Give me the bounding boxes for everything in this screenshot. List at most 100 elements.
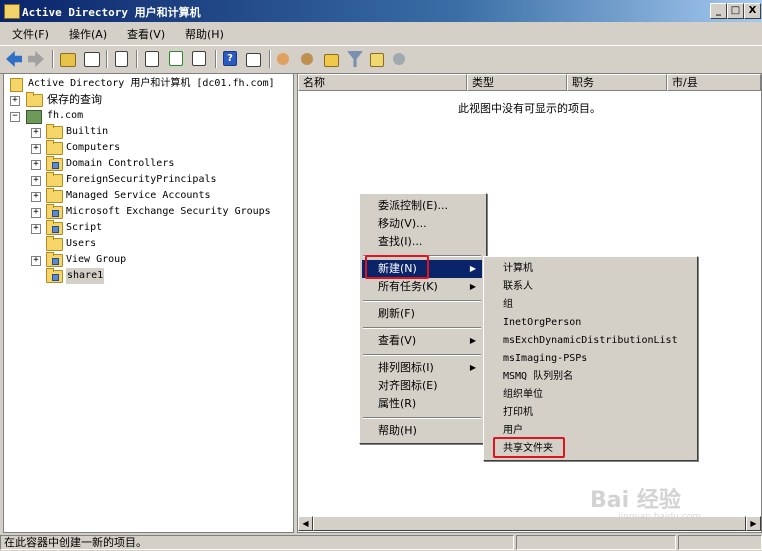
- menu-item-delegate[interactable]: 委派控制(E)...: [362, 197, 482, 215]
- domain-icon: [26, 110, 42, 124]
- up-icon[interactable]: [60, 53, 76, 67]
- menu-separator: [363, 417, 481, 419]
- column-header-title[interactable]: 职务: [567, 74, 667, 91]
- expand-icon[interactable]: +: [31, 192, 41, 202]
- menu-file[interactable]: 文件(F): [12, 26, 49, 42]
- expand-icon[interactable]: +: [31, 128, 41, 138]
- menu-item-help[interactable]: 帮助(H): [362, 422, 482, 440]
- scroll-left-icon[interactable]: ◀: [298, 516, 313, 531]
- folder-icon: [46, 172, 63, 187]
- refresh-icon[interactable]: [169, 51, 183, 66]
- help-icon[interactable]: ?: [223, 51, 237, 66]
- watermark-url: jingyan.baidu.com: [618, 512, 702, 522]
- tree-item-label: Computers: [66, 142, 121, 153]
- expand-icon[interactable]: +: [31, 176, 41, 186]
- menu-view[interactable]: 查看(V): [127, 26, 165, 42]
- tree-pane[interactable]: Active Directory 用户和计算机 [dc01.fh.com] + …: [3, 73, 294, 533]
- submenu-item[interactable]: 打印机: [486, 404, 693, 422]
- menu-item-properties[interactable]: 属性(R): [362, 395, 482, 413]
- title-bar[interactable]: Active Directory 用户和计算机 _ □ X: [0, 0, 762, 22]
- submenu-arrow-icon: ▶: [469, 264, 476, 273]
- find-icon[interactable]: [370, 53, 384, 67]
- submenu-item[interactable]: InetOrgPerson: [486, 314, 693, 332]
- copy-icon[interactable]: [115, 51, 128, 67]
- column-header-type[interactable]: 类型: [467, 74, 567, 91]
- ou-folder-icon: [46, 252, 63, 267]
- tree-item-label: share1: [66, 268, 105, 284]
- filter-icon[interactable]: [347, 51, 363, 67]
- menu-separator: [363, 300, 481, 302]
- close-button[interactable]: X: [744, 3, 761, 19]
- tree-item-label: Microsoft Exchange Security Groups: [66, 206, 271, 217]
- expand-icon[interactable]: +: [31, 144, 41, 154]
- submenu-arrow-icon: ▶: [469, 282, 476, 291]
- show-tree-icon[interactable]: [84, 52, 100, 67]
- menu-item-find[interactable]: 查找(I)...: [362, 233, 482, 251]
- submenu-item[interactable]: 联系人: [486, 278, 693, 296]
- column-header-name[interactable]: 名称: [298, 74, 467, 91]
- ad-icon: [10, 78, 23, 92]
- expand-icon[interactable]: +: [31, 160, 41, 170]
- toolbar: ?: [0, 45, 762, 74]
- scroll-right-icon[interactable]: ▶: [746, 516, 761, 531]
- tree-item-label: Domain Controllers: [66, 158, 175, 169]
- export-list-icon[interactable]: [145, 51, 159, 67]
- app-icon: [4, 4, 20, 19]
- menu-action[interactable]: 操作(A): [69, 26, 107, 42]
- expand-icon[interactable]: +: [10, 96, 20, 106]
- ou-folder-icon: [46, 220, 63, 235]
- new-submenu: 计算机 联系人组 InetOrgPerson msExchDynamicDistrib…: [483, 256, 698, 461]
- menu-separator: [363, 327, 481, 329]
- menu-item-arrange-icons[interactable]: 排列图标(I) ▶: [362, 359, 482, 377]
- annotation-shared-folder-highlight: [493, 437, 565, 458]
- submenu-item[interactable]: 组织单位: [486, 386, 693, 404]
- folder-icon: [46, 140, 63, 155]
- submenu-item[interactable]: msExchDynamicDistributionList: [486, 332, 693, 350]
- menu-item-all-tasks[interactable]: 所有任务(K) ▶: [362, 278, 482, 296]
- column-header-city[interactable]: 市/县: [667, 74, 761, 91]
- context-menu: 委派控制(E)... 移动(V)... 查找(I)... 新建(N) ▶ 所有任务…: [359, 193, 487, 444]
- status-panel: [516, 535, 676, 550]
- maximize-button[interactable]: □: [727, 3, 744, 19]
- folder-icon: [46, 236, 63, 251]
- menu-help[interactable]: 帮助(H): [185, 26, 224, 42]
- ou-folder-icon: [46, 204, 63, 219]
- status-text: 在此容器中创建一新的项目。: [0, 535, 514, 550]
- annotation-new-highlight: [365, 255, 429, 279]
- empty-view-message: 此视图中没有可显示的项目。: [458, 102, 601, 115]
- submenu-item[interactable]: msImaging-PSPs: [486, 350, 693, 368]
- toolbar-separator: [136, 50, 138, 68]
- forward-icon[interactable]: [28, 51, 44, 67]
- new-user-icon[interactable]: [277, 53, 289, 65]
- properties-icon[interactable]: [246, 53, 261, 67]
- back-icon[interactable]: [6, 51, 22, 67]
- tree-item-label: 保存的查询: [47, 93, 102, 106]
- new-group-icon[interactable]: [301, 53, 313, 65]
- collapse-icon[interactable]: −: [10, 112, 20, 122]
- submenu-arrow-icon: ▶: [469, 336, 476, 345]
- folder-icon: [46, 124, 63, 139]
- expand-icon[interactable]: +: [31, 224, 41, 234]
- submenu-item[interactable]: 计算机: [486, 260, 693, 278]
- new-ou-icon[interactable]: [324, 54, 339, 67]
- menu-item-view[interactable]: 查看(V) ▶: [362, 332, 482, 350]
- tree-item-label: Managed Service Accounts: [66, 190, 211, 201]
- folder-icon: [46, 188, 63, 203]
- submenu-arrow-icon: ▶: [469, 363, 476, 372]
- expand-icon[interactable]: +: [31, 208, 41, 218]
- menu-item-refresh[interactable]: 刷新(F): [362, 305, 482, 323]
- minimize-button[interactable]: _: [710, 3, 727, 19]
- add-member-icon[interactable]: [393, 53, 405, 65]
- toolbar-separator: [215, 50, 217, 68]
- expand-icon[interactable]: +: [31, 256, 41, 266]
- toolbar-separator: [52, 50, 54, 68]
- submenu-item[interactable]: 组: [486, 296, 693, 314]
- submenu-item[interactable]: MSMQ 队列别名: [486, 368, 693, 386]
- tree-item-label: Users: [66, 238, 97, 249]
- menu-item-move[interactable]: 移动(V)...: [362, 215, 482, 233]
- menu-item-line-up-icons[interactable]: 对齐图标(E): [362, 377, 482, 395]
- menu-separator: [363, 354, 481, 356]
- export-icon[interactable]: [192, 51, 206, 66]
- toolbar-separator: [269, 50, 271, 68]
- status-bar: 在此容器中创建一新的项目。: [0, 534, 762, 551]
